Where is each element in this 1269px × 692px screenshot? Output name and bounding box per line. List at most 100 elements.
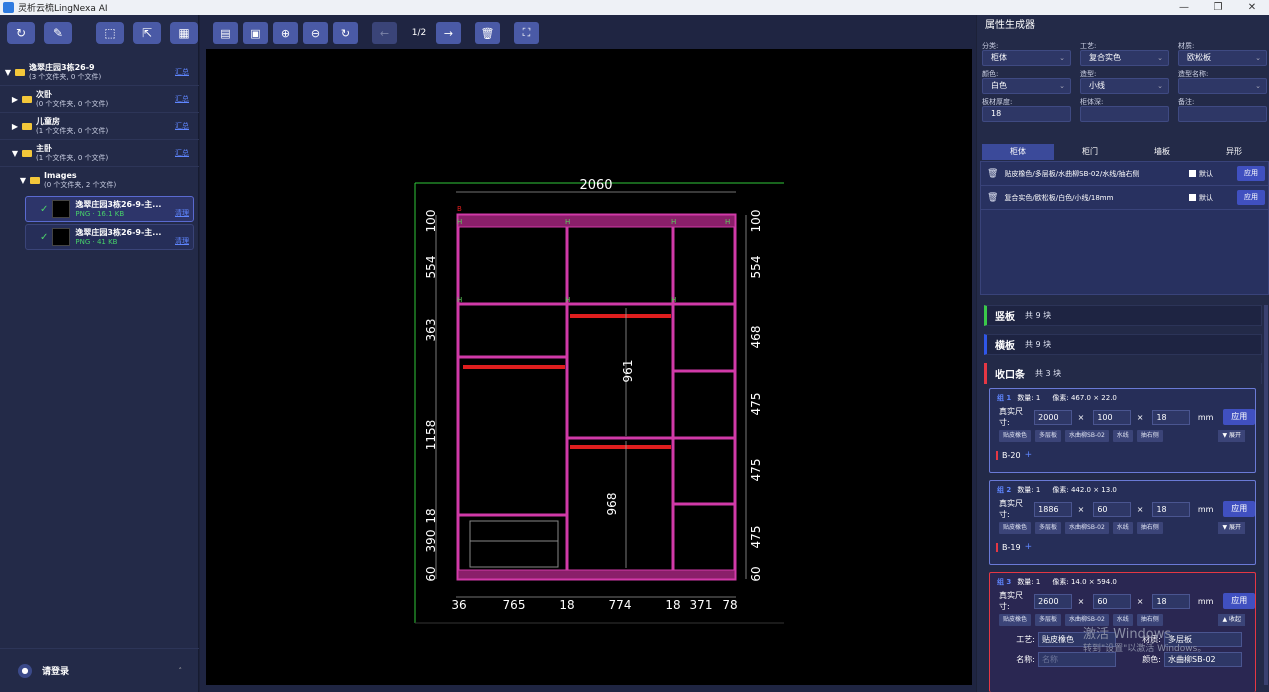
attr-tag[interactable]: 水线 bbox=[1112, 522, 1133, 534]
file-item[interactable]: ✓ 逸翠庄园3栋26-9-主... PNG · 16.1 KB 清理 bbox=[25, 196, 194, 222]
next-page-button[interactable]: → bbox=[436, 22, 461, 44]
tree-node-images[interactable]: ▼ Images (0 个文件夹, 2 个文件) bbox=[0, 167, 199, 194]
minimize-icon[interactable]: — bbox=[1167, 0, 1201, 15]
close-icon[interactable]: ✕ bbox=[1235, 0, 1269, 15]
trash-icon[interactable]: 🗑 bbox=[987, 193, 998, 203]
attr-tag[interactable]: 多层板 bbox=[1035, 522, 1062, 534]
dim-right: 100 bbox=[749, 210, 763, 233]
default-checkbox[interactable]: 默认 bbox=[1189, 193, 1213, 203]
width-input[interactable]: 2600 bbox=[1034, 593, 1072, 609]
depth-input[interactable]: 18 bbox=[1152, 409, 1190, 425]
drawing-canvas[interactable]: B H H H H H H H 2060 100 554 363 1158 18… bbox=[206, 49, 972, 685]
attr-tag[interactable]: 水线 bbox=[1112, 614, 1133, 626]
apply-size-button[interactable]: 应用 bbox=[1223, 593, 1255, 609]
section-horizontal-panels[interactable]: 横板共 9 块 bbox=[984, 334, 1262, 355]
fullscreen-button[interactable]: ⛶ bbox=[514, 22, 539, 44]
width-input[interactable]: 2000 bbox=[1034, 409, 1072, 425]
expand-down-icon[interactable]: ▼ bbox=[3, 68, 13, 77]
tree-node-project[interactable]: ▼ 逸翠庄园3栋26-9 (3 个文件夹, 0 个文件) 汇总 bbox=[0, 59, 199, 86]
tree-node-room[interactable]: ▼ 主卧 (1 个文件夹, 0 个文件) 汇总 bbox=[0, 140, 199, 167]
section-edge-strips[interactable]: 收口条共 3 块 bbox=[984, 363, 1262, 384]
depth-input[interactable]: 18 bbox=[1152, 501, 1190, 517]
clear-link[interactable]: 清理 bbox=[175, 236, 189, 246]
attr-tag[interactable]: 多层板 bbox=[1035, 614, 1062, 626]
color-select[interactable]: 白色 ⌄ bbox=[982, 78, 1071, 94]
fit-width-button[interactable]: ▤ bbox=[213, 22, 238, 44]
add-icon[interactable]: + bbox=[1025, 450, 1033, 460]
chevron-up-icon[interactable]: ˄ bbox=[179, 667, 183, 675]
default-checkbox[interactable]: 默认 bbox=[1189, 169, 1213, 179]
attr-tag[interactable]: 贴皮橡色 bbox=[999, 430, 1032, 442]
summary-link[interactable]: 汇总 bbox=[175, 121, 189, 131]
attr-tag[interactable]: 水曲柳SB-02 bbox=[1065, 614, 1109, 626]
expand-button[interactable]: ▼ 展开 bbox=[1218, 430, 1245, 442]
rule-list: 🗑 贴皮橡色/多层板/水曲柳SB-02/水线/抽右侧 默认 应用 🗑 复合实色/… bbox=[980, 161, 1269, 295]
attr-tag[interactable]: 抽右侧 bbox=[1136, 522, 1163, 534]
summary-link[interactable]: 汇总 bbox=[175, 94, 189, 104]
attr-tag[interactable]: 抽右侧 bbox=[1136, 614, 1163, 626]
fit-height-button[interactable]: ▣ bbox=[243, 22, 268, 44]
tree-node-room[interactable]: ▶ 儿童房 (1 个文件夹, 0 个文件) 汇总 bbox=[0, 113, 199, 140]
zoom-in-button[interactable]: ⊕ bbox=[273, 22, 298, 44]
summary-link[interactable]: 汇总 bbox=[175, 67, 189, 77]
delete-button[interactable]: 🗑 bbox=[475, 22, 500, 44]
zoom-out-button[interactable]: ⊖ bbox=[303, 22, 328, 44]
material-select[interactable]: 欧松板 ⌄ bbox=[1178, 50, 1267, 66]
drawing-mark: H bbox=[565, 218, 570, 226]
collapse-button[interactable]: ▲ 收起 bbox=[1218, 614, 1245, 626]
attr-tag[interactable]: 水线 bbox=[1112, 430, 1133, 442]
login-label[interactable]: 请登录 bbox=[42, 664, 69, 677]
apply-rule-button[interactable]: 应用 bbox=[1237, 190, 1265, 205]
height-input[interactable]: 100 bbox=[1093, 409, 1131, 425]
prev-page-button[interactable]: ← bbox=[372, 22, 397, 44]
tab-wall[interactable]: 墙板 bbox=[1126, 144, 1198, 160]
attr-tag[interactable]: 水曲柳SB-02 bbox=[1065, 430, 1109, 442]
category-select[interactable]: 柜体 ⌄ bbox=[982, 50, 1071, 66]
refresh-button[interactable]: ↻ bbox=[7, 22, 35, 44]
width-input[interactable]: 1886 bbox=[1034, 501, 1072, 517]
right-scrollbar[interactable] bbox=[1264, 305, 1268, 685]
folder-icon bbox=[22, 95, 32, 103]
remark-input[interactable] bbox=[1178, 106, 1267, 122]
trash-icon[interactable]: 🗑 bbox=[987, 169, 998, 179]
apply-size-button[interactable]: 应用 bbox=[1223, 501, 1255, 517]
section-vertical-panels[interactable]: 竖板共 9 块 bbox=[984, 305, 1262, 326]
attr-tag[interactable]: 贴皮橡色 bbox=[999, 614, 1032, 626]
apply-rule-button[interactable]: 应用 bbox=[1237, 166, 1265, 181]
apply-size-button[interactable]: 应用 bbox=[1223, 409, 1255, 425]
tab-cabinet[interactable]: 柜体 bbox=[982, 144, 1054, 160]
attr-tag[interactable]: 抽右侧 bbox=[1136, 430, 1163, 442]
tab-special[interactable]: 异形 bbox=[1198, 144, 1269, 160]
maximize-icon[interactable]: ❐ bbox=[1201, 0, 1235, 15]
craft-select[interactable]: 复合实色 ⌄ bbox=[1080, 50, 1169, 66]
depth-input[interactable]: 18 bbox=[1152, 593, 1190, 609]
style-name-select[interactable]: ⌄ bbox=[1178, 78, 1267, 94]
login-area[interactable]: ● 请登录 ˄ bbox=[0, 648, 199, 692]
height-input[interactable]: 60 bbox=[1093, 593, 1131, 609]
clean-button[interactable]: ✎ bbox=[44, 22, 72, 44]
expand-right-icon[interactable]: ▶ bbox=[10, 122, 20, 131]
attr-tag[interactable]: 贴皮橡色 bbox=[999, 522, 1032, 534]
scan-button[interactable]: ▦ bbox=[170, 22, 198, 44]
tree-node-room[interactable]: ▶ 次卧 (0 个文件夹, 0 个文件) 汇总 bbox=[0, 86, 199, 113]
attr-tag[interactable]: 多层板 bbox=[1035, 430, 1062, 442]
rotate-button[interactable]: ↻ bbox=[333, 22, 358, 44]
style-select[interactable]: 小线 ⌄ bbox=[1080, 78, 1169, 94]
attr-tag[interactable]: 水曲柳SB-02 bbox=[1065, 522, 1109, 534]
expand-right-icon[interactable]: ▶ bbox=[10, 95, 20, 104]
expand-down-icon[interactable]: ▼ bbox=[10, 149, 20, 158]
expand-down-icon[interactable]: ▼ bbox=[18, 176, 28, 185]
height-input[interactable]: 60 bbox=[1093, 501, 1131, 517]
thickness-input[interactable]: 18 bbox=[982, 106, 1071, 122]
expand-button[interactable]: ▼ 展开 bbox=[1218, 522, 1245, 534]
export-button[interactable]: ⇱ bbox=[133, 22, 161, 44]
summary-link[interactable]: 汇总 bbox=[175, 148, 189, 158]
clear-link[interactable]: 清理 bbox=[175, 208, 189, 218]
file-item[interactable]: ✓ 逸翠庄园3栋26-9-主... PNG · 41 KB 清理 bbox=[25, 224, 194, 250]
arrow-right-icon: → bbox=[443, 26, 454, 40]
tab-door[interactable]: 柜门 bbox=[1054, 144, 1126, 160]
depth-input[interactable] bbox=[1080, 106, 1169, 122]
fit-width-icon: ▤ bbox=[220, 26, 231, 40]
add-icon[interactable]: + bbox=[1025, 542, 1033, 552]
select-file-button[interactable]: ⬚ bbox=[96, 22, 124, 44]
